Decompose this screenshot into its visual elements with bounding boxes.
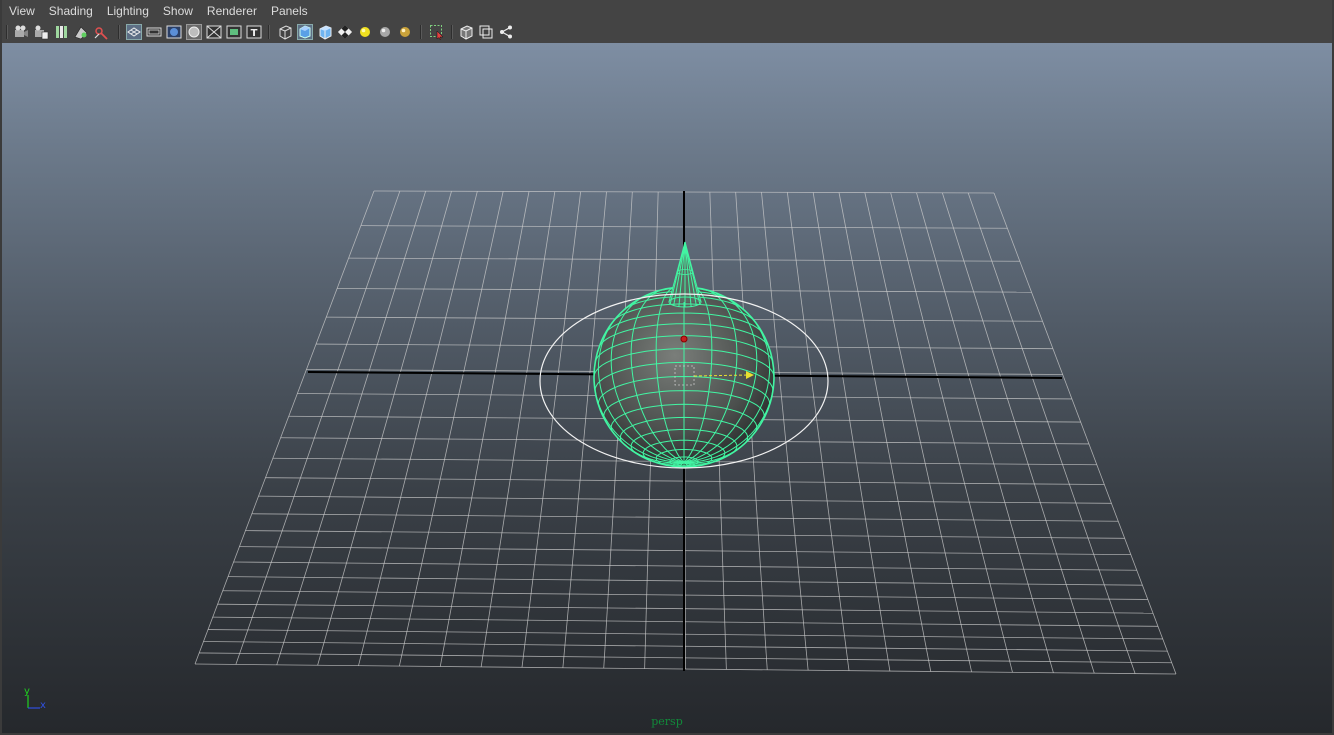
menu-panels[interactable]: Panels	[264, 0, 315, 22]
viewport-scene: y x	[24, 190, 1177, 711]
toolbar-separator	[6, 25, 8, 39]
safe-action-icon[interactable]: T	[246, 24, 262, 40]
xray-icon[interactable]	[458, 24, 474, 40]
grid-line	[358, 191, 478, 666]
pivot-point-icon[interactable]	[680, 335, 688, 343]
film-gate-icon[interactable]	[146, 24, 162, 40]
field-chart-icon[interactable]	[206, 24, 222, 40]
xray-components-icon[interactable]	[498, 24, 514, 40]
grid-line	[398, 191, 504, 667]
y-axis-label: y	[24, 686, 30, 697]
grid-icon[interactable]	[126, 24, 142, 40]
menu-show[interactable]: Show	[156, 0, 200, 22]
sphere-object[interactable]	[593, 241, 775, 468]
grid-line	[916, 192, 1054, 673]
grid-line	[276, 191, 427, 665]
view-axis-indicator: y x	[24, 686, 46, 711]
textured-icon[interactable]	[337, 24, 353, 40]
grid-line	[521, 191, 582, 668]
grid-line	[235, 190, 401, 665]
bookmarks-icon[interactable]	[53, 24, 69, 40]
menu-view[interactable]: View	[0, 0, 42, 22]
select-camera-icon[interactable]	[13, 24, 29, 40]
grid-line	[562, 191, 607, 668]
grid-line	[194, 190, 375, 665]
shadows-icon[interactable]	[377, 24, 393, 40]
x-axis-label: x	[40, 700, 46, 711]
grid-line	[890, 192, 1013, 673]
perspective-viewport[interactable]: y x persp	[2, 43, 1332, 733]
grid-line	[317, 191, 452, 666]
toolbar-separator	[268, 25, 270, 39]
panel-menu-bar: View Shading Lighting Show Renderer Pane…	[0, 0, 1334, 22]
ambient-occlusion-icon[interactable]	[397, 24, 413, 40]
use-all-lights-icon[interactable]	[357, 24, 373, 40]
grid-line	[439, 191, 530, 667]
2d-pan-zoom-icon[interactable]	[93, 24, 109, 40]
wireframe-icon[interactable]	[277, 24, 293, 40]
safe-title-icon[interactable]	[226, 24, 242, 40]
menu-lighting[interactable]: Lighting	[100, 0, 156, 22]
menu-renderer[interactable]: Renderer	[200, 0, 264, 22]
toolbar-separator	[451, 25, 453, 39]
grid-line	[786, 192, 850, 671]
grid-line	[967, 192, 1136, 674]
toolbar-separator	[118, 25, 120, 39]
isolate-select-icon[interactable]	[429, 24, 445, 40]
default-material-icon[interactable]	[317, 24, 333, 40]
maya-viewport-panel: View Shading Lighting Show Renderer Pane…	[0, 0, 1334, 735]
grid-line	[812, 192, 891, 672]
gate-mask-icon[interactable]	[186, 24, 202, 40]
grid-line	[838, 192, 932, 672]
panel-toolbar: T	[0, 22, 1334, 42]
smooth-shade-icon[interactable]	[297, 24, 313, 40]
camera-name-label: persp	[651, 715, 683, 728]
camera-attributes-icon[interactable]	[33, 24, 49, 40]
sphere-spike	[668, 241, 702, 308]
menu-shading[interactable]: Shading	[42, 0, 100, 22]
svg-text:T: T	[251, 28, 258, 39]
toolbar-separator	[420, 25, 422, 39]
image-plane-icon[interactable]	[73, 24, 89, 40]
grid-line	[864, 192, 973, 673]
grid-line	[941, 192, 1095, 674]
xray-joints-icon[interactable]	[478, 24, 494, 40]
grid-line	[480, 191, 556, 667]
grid-line	[993, 192, 1177, 675]
resolution-gate-icon[interactable]	[166, 24, 182, 40]
